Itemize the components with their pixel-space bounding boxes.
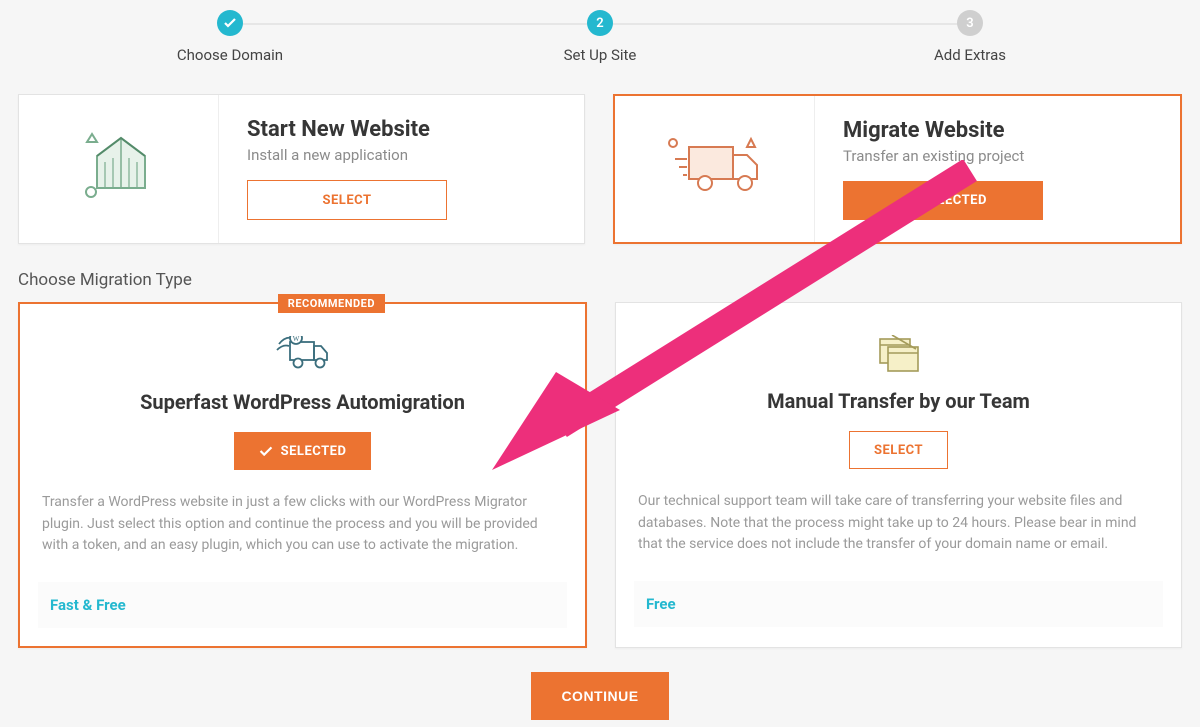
option-body: Migrate Website Transfer an existing pro… [815,96,1180,242]
continue-row: CONTINUE [0,648,1200,720]
winged-truck-icon: W [276,336,330,376]
step-label: Add Extras [934,46,1006,64]
option-cards-row: Start New Website Install a new applicat… [0,64,1200,244]
option-body: Start New Website Install a new applicat… [219,95,584,243]
migration-icon: W [42,336,563,376]
check-icon [899,196,913,206]
check-icon [259,446,273,456]
step-indicator-todo: 3 [957,10,983,36]
button-label: SELECTED [921,193,987,208]
check-icon [224,18,236,28]
step-indicator-done [217,10,243,36]
option-title: Migrate Website [843,118,1152,143]
button-label: SELECT [874,443,923,458]
step-label: Choose Domain [177,46,283,64]
option-migrate-website[interactable]: Migrate Website Transfer an existing pro… [613,94,1182,244]
migration-option-manual[interactable]: Manual Transfer by our Team SELECT Our t… [615,302,1182,648]
migration-title: Manual Transfer by our Team [638,389,1159,413]
selected-button[interactable]: SELECTED [843,181,1043,220]
section-title: Choose Migration Type [0,244,1200,302]
option-subtitle: Transfer an existing project [843,147,1152,165]
step-set-up-site[interactable]: 2 Set Up Site [540,10,660,64]
migration-title: Superfast WordPress Automigration [42,390,563,414]
svg-text:W: W [292,336,299,343]
option-start-new-website[interactable]: Start New Website Install a new applicat… [18,94,585,244]
step-add-extras[interactable]: 3 Add Extras [910,10,1030,64]
step-choose-domain[interactable]: Choose Domain [170,10,290,64]
truck-icon [655,129,775,209]
selected-button[interactable]: SELECTED [234,432,372,470]
step-label: Set Up Site [564,46,637,64]
windows-icon [872,335,926,375]
price-bar: Free [634,581,1163,627]
continue-button[interactable]: CONTINUE [531,672,668,720]
button-label: SELECTED [281,444,347,459]
option-title: Start New Website [247,117,556,142]
select-button[interactable]: SELECT [247,180,447,220]
button-label: SELECT [322,193,371,208]
price-bar: Fast & Free [38,582,567,628]
step-indicator-current: 2 [587,10,613,36]
house-icon [69,124,169,214]
migration-icon [638,335,1159,375]
option-icon-col [19,95,219,243]
migration-cards-row: RECOMMENDED W Superfast WordPress Automi… [0,302,1200,648]
select-button[interactable]: SELECT [849,431,948,469]
migration-description: Our technical support team will take car… [638,491,1159,559]
option-subtitle: Install a new application [247,146,556,164]
migration-option-automigration[interactable]: RECOMMENDED W Superfast WordPress Automi… [18,302,587,648]
migration-description: Transfer a WordPress website in just a f… [42,492,563,560]
stepper: Choose Domain 2 Set Up Site 3 Add Extras [0,0,1200,64]
recommended-badge: RECOMMENDED [278,294,385,313]
option-icon-col [615,96,815,242]
